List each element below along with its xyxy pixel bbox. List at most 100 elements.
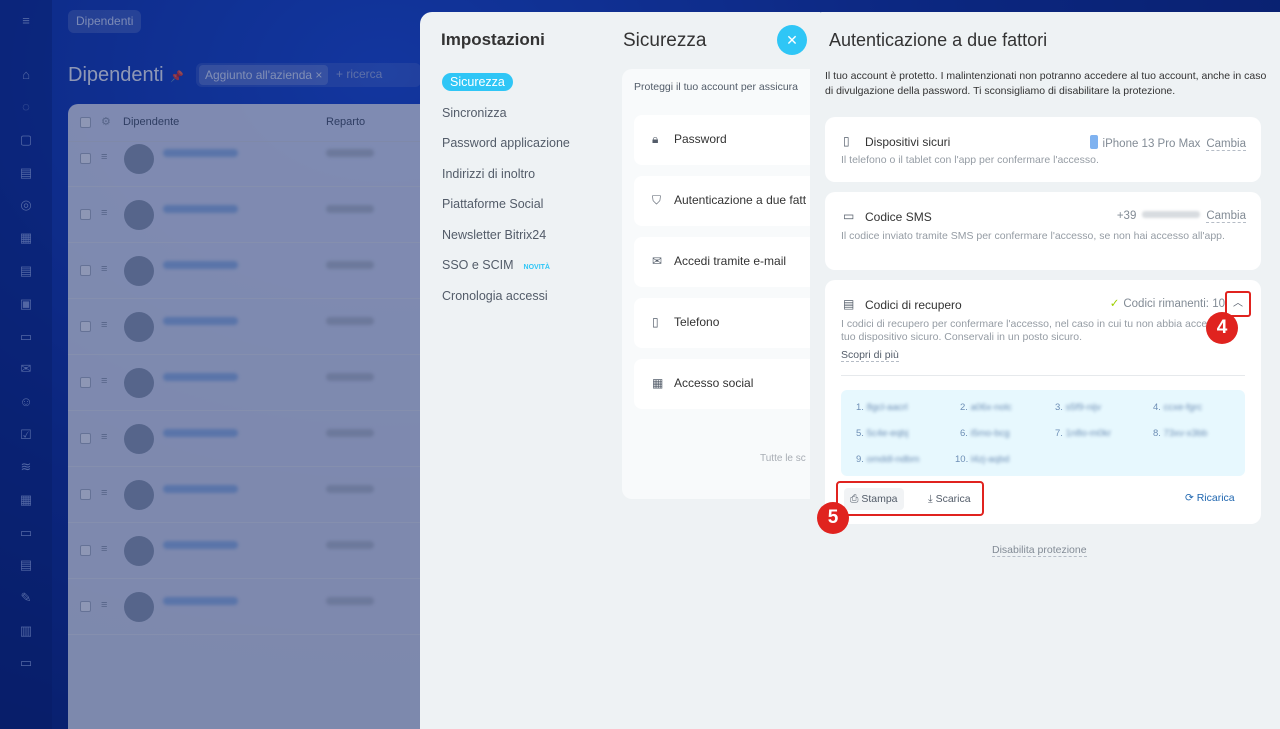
security-panel: Proteggi il tuo account per assicura 🔒︎ P…	[622, 69, 834, 499]
disable-protection-link[interactable]: Disabilita protezione	[992, 544, 1087, 557]
device-info: iPhone 13 Pro Max Cambia	[1089, 135, 1246, 151]
panel-title: Autenticazione a due fattori	[829, 30, 1048, 50]
code-value: a06x-nolc	[970, 402, 1012, 413]
code-value: 5c4e-eqbj	[866, 428, 909, 439]
item-label: Telefono	[674, 315, 720, 329]
code-number: 5.	[856, 428, 864, 439]
divider	[841, 375, 1245, 376]
code-number: 6.	[960, 428, 968, 439]
card-description: I codici di recupero per confermare l'ac…	[841, 318, 1235, 343]
card-description: Il codice inviato tramite SMS per confer…	[841, 230, 1225, 242]
nav-item-sicurezza[interactable]: Sicurezza	[434, 72, 614, 103]
change-number-link[interactable]: Cambia	[1206, 210, 1246, 223]
document-icon: ▤	[843, 297, 855, 311]
nav-label: SSO e SCIM	[442, 258, 514, 272]
nav-item-password-applicazione[interactable]: Password applicazione	[434, 133, 614, 164]
item-label: Password	[674, 132, 727, 146]
print-download-actions: ⎙ Stampa ⤓ Scarica	[836, 481, 984, 516]
code-number: 7.	[1055, 428, 1063, 439]
code-number: 2.	[960, 402, 968, 413]
sms-card: ▭ Codice SMS +39 Cambia Il codice inviato…	[825, 192, 1261, 270]
phone-prefix: +39	[1116, 210, 1137, 222]
security-item-phone[interactable]: ▯ Telefono	[634, 298, 834, 348]
device-name: iPhone 13 Pro Max	[1102, 138, 1201, 150]
printer-icon: ⎙	[850, 493, 862, 505]
step-marker-4: 4	[1206, 312, 1238, 344]
code-item: 2. a06x-nolc	[960, 402, 1012, 413]
nav-item-piattaforme-social[interactable]: Piattaforme Social	[434, 194, 614, 225]
item-label: Accesso social	[674, 376, 754, 390]
iphone-icon	[1089, 135, 1098, 149]
code-item: 6. i5mo-bcg	[960, 428, 1010, 439]
security-item-email[interactable]: ✉ Accedi tramite e-mail	[634, 237, 834, 287]
section-description: Proteggi il tuo account per assicura	[634, 81, 799, 93]
nav-item-indirizzi-inoltro[interactable]: Indirizzi di inoltro	[434, 164, 614, 195]
lock-icon: 🔒︎	[652, 132, 659, 146]
code-number: 10.	[955, 454, 969, 465]
phone-icon: ▯	[652, 315, 659, 329]
mail-icon: ✉	[652, 254, 663, 268]
grid-icon: ▦	[652, 376, 664, 390]
code-number: 8.	[1153, 428, 1161, 439]
code-value: 1n8o-m0kr	[1065, 428, 1111, 439]
code-value: 73xv-x3bb	[1163, 428, 1208, 439]
close-icon[interactable]: ✕	[777, 25, 807, 55]
download-label: Scarica	[935, 493, 971, 505]
nav-item-sso-scim[interactable]: SSO e SCIM NOVITÀ	[434, 255, 614, 286]
code-number: 4.	[1153, 402, 1161, 413]
sms-number: +39 Cambia	[1116, 210, 1246, 223]
code-item: 3. s5f9-nijv	[1055, 402, 1101, 413]
settings-slider: Impostazioni Sicurezza Sincronizza Passw…	[420, 12, 834, 729]
nav-item-newsletter[interactable]: Newsletter Bitrix24	[434, 225, 614, 256]
print-button[interactable]: ⎙ Stampa	[844, 488, 904, 510]
item-label: Autenticazione a due fatt	[674, 193, 807, 207]
card-label: Codici di recupero	[865, 298, 962, 312]
code-item: 8. 73xv-x3bb	[1153, 428, 1207, 439]
code-number: 9.	[856, 454, 864, 465]
card-label: Codice SMS	[865, 210, 932, 224]
new-badge: NOVITÀ	[523, 264, 550, 271]
code-value: s5f9-nijv	[1065, 402, 1101, 413]
nav-item-cronologia-accessi[interactable]: Cronologia accessi	[434, 286, 614, 317]
print-label: Stampa	[861, 493, 898, 505]
download-button[interactable]: ⤓ Scarica	[924, 488, 975, 510]
code-item: 5. 5c4e-eqbj	[856, 428, 908, 439]
reload-label: Ricarica	[1196, 492, 1235, 504]
recovery-codes-list: 1. 8gcl-aacrl 2. a06x-nolc 3. s5f9-nijv …	[841, 390, 1245, 476]
step-marker-5: 5	[817, 502, 849, 534]
phone-icon: ▯	[843, 134, 850, 148]
check-circle-icon: ✓	[1109, 298, 1120, 310]
download-icon: ⤓	[928, 493, 936, 505]
sms-icon: ▭	[843, 209, 855, 223]
learn-more-link[interactable]: Scopri di più	[841, 349, 899, 362]
trusted-devices-card: ▯ Dispositivi sicuri iPhone 13 Pro Max Ca…	[825, 117, 1261, 182]
item-label: Accedi tramite e-mail	[674, 254, 787, 268]
card-label: Dispositivi sicuri	[865, 135, 951, 149]
reload-codes-button[interactable]: ⟳ Ricarica	[1185, 492, 1235, 504]
code-value: omddl-ndbm	[866, 454, 920, 465]
card-description: Il telefono o il tablet con l'app per co…	[841, 154, 1099, 166]
code-item: 7. 1n8o-m0kr	[1055, 428, 1111, 439]
code-value: 8gcl-aacrl	[866, 402, 908, 413]
security-item-password[interactable]: 🔒︎ Password	[634, 115, 834, 165]
code-value: l4zj-aqbd	[970, 454, 1010, 465]
change-device-link[interactable]: Cambia	[1206, 138, 1246, 151]
code-number: 3.	[1055, 402, 1063, 413]
code-item: 10. l4zj-aqbd	[955, 454, 1009, 465]
code-value: i5mo-bcg	[970, 428, 1010, 439]
security-item-social[interactable]: ▦ Accesso social	[634, 359, 834, 409]
code-item: 1. 8gcl-aacrl	[856, 402, 908, 413]
settings-title: Impostazioni	[441, 30, 545, 49]
two-factor-panel: Autenticazione a due fattori Il tuo acco…	[810, 12, 1280, 729]
blurred-number	[1142, 211, 1201, 218]
section-title: Sicurezza	[623, 30, 707, 51]
code-number: 1.	[856, 402, 864, 413]
security-item-2fa[interactable]: ⛉ Autenticazione a due fatt	[634, 176, 834, 226]
code-value: ccxe-fgrc	[1163, 402, 1203, 413]
shield-icon: ⛉	[652, 193, 662, 207]
nav-item-sincronizza[interactable]: Sincronizza	[434, 103, 614, 134]
code-item: 4. ccxe-fgrc	[1153, 402, 1202, 413]
settings-nav: Sicurezza Sincronizza Password applicazi…	[434, 72, 614, 316]
remaining-text: Codici rimanenti: 10	[1123, 298, 1225, 310]
code-item: 9. omddl-ndbm	[856, 454, 919, 465]
